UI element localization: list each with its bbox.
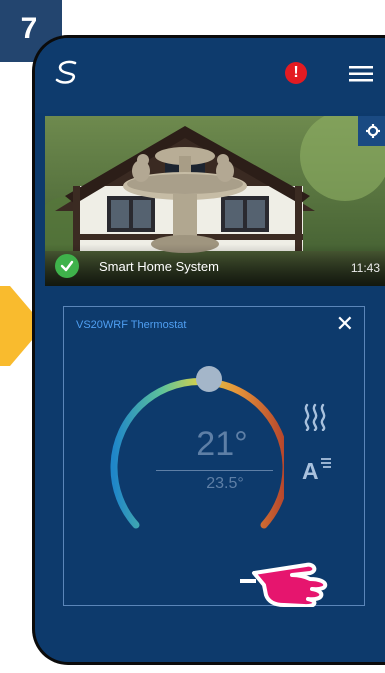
gear-icon	[366, 124, 380, 138]
set-temperature: 21°	[196, 425, 248, 463]
camera-settings-button[interactable]	[358, 116, 385, 146]
hamburger-menu-icon[interactable]	[349, 66, 373, 82]
phone-screen: ! Smart Home System 11:43 VS20WRF Thermo…	[32, 35, 385, 665]
thermostat-card[interactable]: VS20WRF Thermostat ✕ 21° 23.5° A	[63, 306, 365, 607]
thermostat-title[interactable]: VS20WRF Thermostat	[76, 319, 186, 331]
alert-badge-text: !	[293, 64, 299, 81]
temperature-divider	[156, 470, 273, 471]
s-logo-icon[interactable]	[53, 58, 81, 86]
current-temperature: 23.5°	[206, 475, 244, 492]
dial-handle	[196, 366, 222, 392]
alert-icon[interactable]: !	[285, 62, 307, 84]
camera-card[interactable]: Smart Home System 11:43	[45, 116, 385, 286]
app-header: !	[35, 38, 385, 113]
camera-caption-bar: Smart Home System 11:43	[45, 244, 385, 286]
camera-name: Smart Home System	[99, 259, 219, 274]
heat-waves-icon	[304, 403, 326, 431]
svg-text:A: A	[302, 458, 319, 483]
check-icon	[55, 254, 79, 278]
auto-mode-icon[interactable]: A	[302, 453, 332, 483]
pointing-hand-icon	[240, 562, 328, 607]
close-icon[interactable]: ✕	[336, 313, 354, 335]
camera-timestamp: 11:43	[350, 261, 380, 275]
